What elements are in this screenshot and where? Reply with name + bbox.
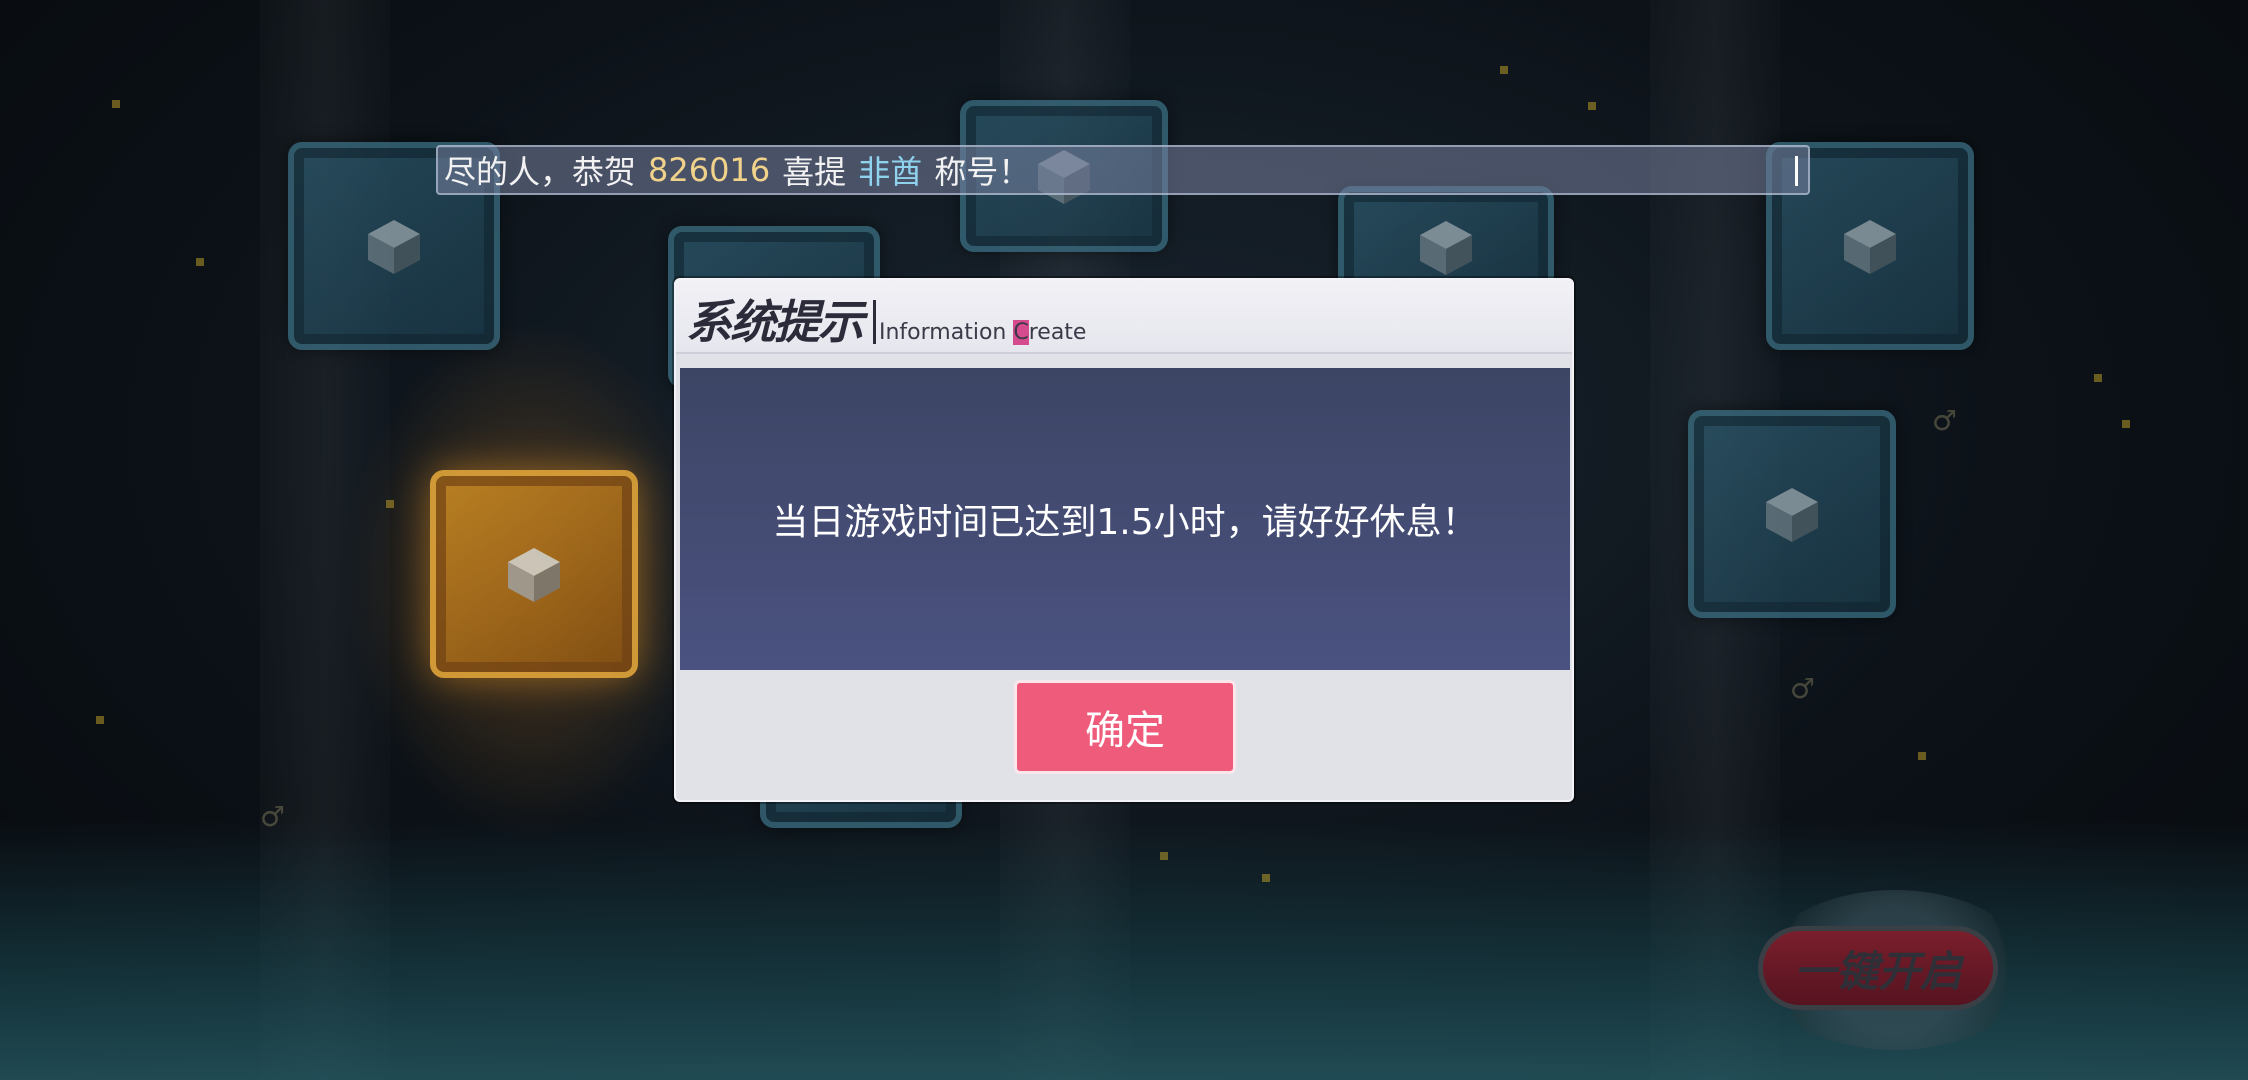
sparkle <box>1500 66 1508 74</box>
sparkle <box>96 716 104 724</box>
open-all-label: 一键开启 <box>1793 946 1962 996</box>
dialog-subtitle: Information Create <box>879 320 1086 345</box>
subtitle-text-end: reate <box>1028 320 1087 345</box>
marquee-middle: 喜提 <box>782 153 847 191</box>
marquee-prefix: 尽的人，恭贺 <box>444 153 637 191</box>
marquee-title-name: 非酋 <box>858 153 923 191</box>
treasure-crate[interactable] <box>1688 410 1896 618</box>
open-all-button[interactable]: 一键开启 <box>1758 926 1998 1010</box>
sparkle <box>1262 874 1270 882</box>
sparkle <box>1588 102 1596 110</box>
male-symbol-icon: ♂ <box>1790 672 1816 705</box>
sparkle <box>1160 852 1168 860</box>
male-symbol-icon: ♂ <box>260 800 286 833</box>
treasure-crate-highlighted[interactable] <box>430 470 638 678</box>
marquee-player-id: 826016 <box>648 151 771 189</box>
dialog-message: 当日游戏时间已达到1.5小时，请好好休息！ <box>772 502 1478 543</box>
cube-icon <box>362 214 426 278</box>
broadcast-marquee: 尽的人，恭贺 826016 喜提 非酋 称号！ <box>436 145 1810 195</box>
sparkle <box>2094 374 2102 382</box>
sparkle <box>2122 420 2130 428</box>
sparkle <box>196 258 204 266</box>
open-all-area: 一键开启 <box>1740 890 2040 1050</box>
sparkle <box>112 100 120 108</box>
cube-icon <box>1760 482 1824 546</box>
cube-icon <box>1838 214 1902 278</box>
sparkle <box>386 500 394 508</box>
male-symbol-icon: ♂ <box>1932 404 1958 437</box>
system-notice-dialog: 系统提示 Information Create 当日游戏时间已达到1.5小时，请… <box>674 278 1574 802</box>
marquee-suffix: 称号！ <box>934 153 1031 191</box>
text-cursor <box>873 300 876 344</box>
dialog-header: 系统提示 Information Create <box>676 280 1572 354</box>
dialog-title: 系统提示 <box>686 295 864 349</box>
subtitle-highlight: C <box>1013 320 1029 345</box>
sparkle <box>1918 752 1926 760</box>
dialog-body: 当日游戏时间已达到1.5小时，请好好休息！ <box>680 368 1570 670</box>
cube-icon <box>502 542 566 606</box>
subtitle-text: Information <box>879 320 1014 345</box>
cube-icon <box>1414 215 1478 279</box>
text-cursor <box>1795 156 1798 186</box>
confirm-button[interactable]: 确定 <box>1014 680 1236 774</box>
